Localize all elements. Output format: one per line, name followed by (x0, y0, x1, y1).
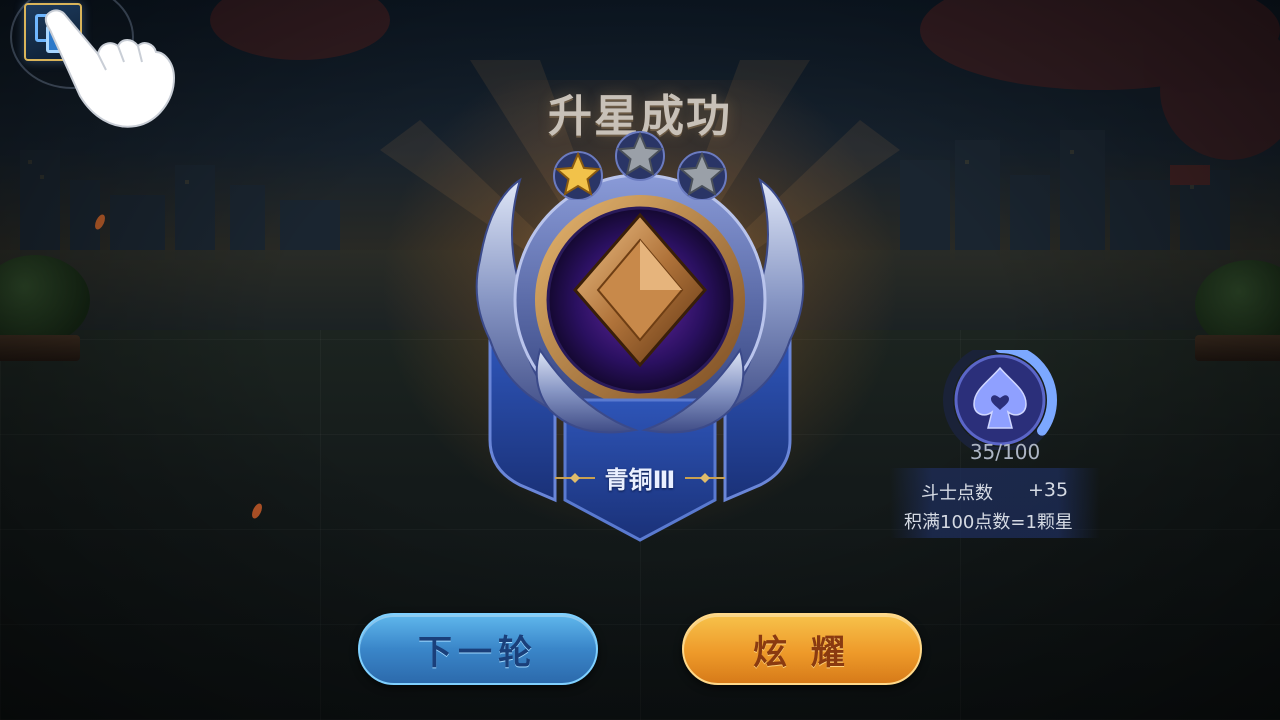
points-progress-ring (943, 350, 1057, 450)
rank-stars (553, 131, 727, 200)
points-gain: +35 (1028, 479, 1069, 501)
show-off-button[interactable]: 炫 耀 (682, 613, 922, 685)
points-label: 斗士点数 (921, 483, 993, 504)
rank-name: 青铜Ⅲ (604, 466, 676, 494)
points-progress-value: 35/100 (969, 440, 1041, 464)
next-round-button[interactable]: 下一轮 (358, 613, 598, 685)
points-rule: 积满100点数=1颗星 (904, 512, 1073, 533)
